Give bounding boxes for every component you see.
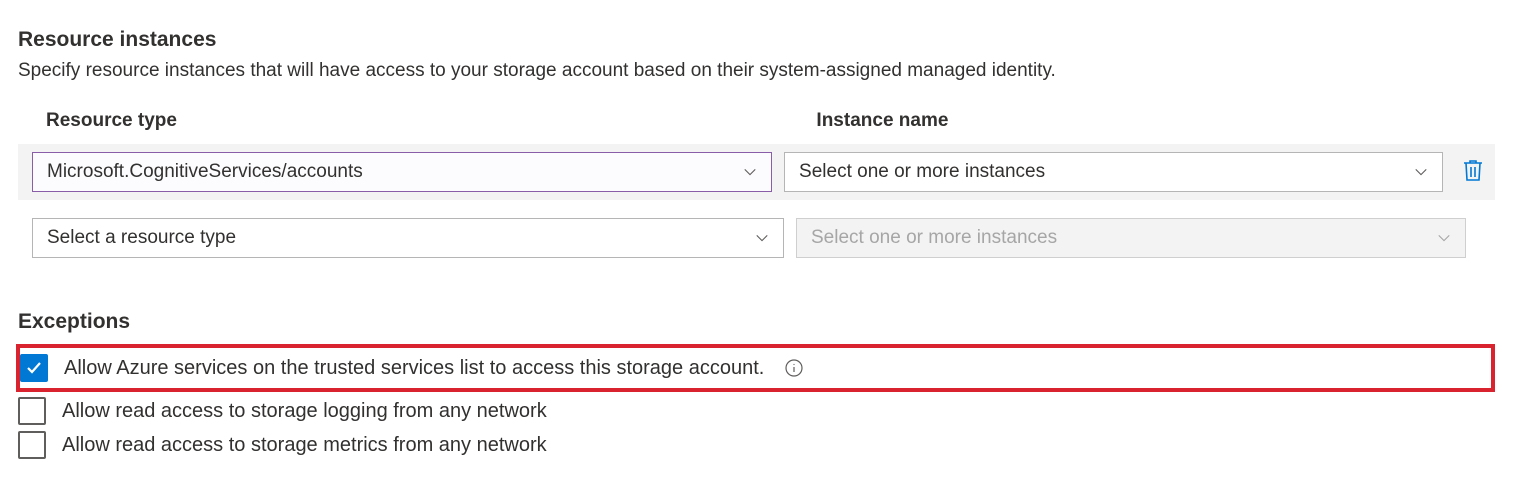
exception-row-trusted-services: Allow Azure services on the trusted serv…: [16, 344, 1495, 392]
exception-label: Allow read access to storage logging fro…: [62, 400, 547, 423]
exceptions-heading: Exceptions: [18, 310, 1495, 334]
exception-checkbox[interactable]: [18, 397, 46, 425]
chevron-down-icon: [1437, 231, 1451, 245]
instance-name-value: Select one or more instances: [811, 227, 1057, 249]
resource-type-dropdown[interactable]: Select a resource type: [32, 218, 784, 258]
exception-checkbox[interactable]: [18, 431, 46, 459]
column-header-resource-type: Resource type: [46, 110, 796, 132]
chevron-down-icon: [755, 231, 769, 245]
instance-name-value: Select one or more instances: [799, 161, 1045, 183]
resource-row: Select a resource type Select one or mor…: [18, 210, 1495, 266]
resource-type-dropdown[interactable]: Microsoft.CognitiveServices/accounts: [32, 152, 772, 192]
chevron-down-icon: [743, 165, 757, 179]
exception-label: Allow Azure services on the trusted serv…: [64, 357, 764, 380]
resource-type-value: Microsoft.CognitiveServices/accounts: [47, 161, 363, 183]
column-header-instance-name: Instance name: [816, 110, 1495, 132]
resource-instances-heading: Resource instances: [18, 28, 1495, 52]
trash-icon: [1462, 158, 1484, 187]
chevron-down-icon: [1414, 165, 1428, 179]
resource-type-value: Select a resource type: [47, 227, 236, 249]
column-headers-row: Resource type Instance name: [18, 110, 1495, 132]
instance-name-dropdown: Select one or more instances: [796, 218, 1466, 258]
exception-label: Allow read access to storage metrics fro…: [62, 434, 547, 457]
resource-instances-description: Specify resource instances that will hav…: [18, 60, 1495, 82]
delete-row-button[interactable]: [1459, 158, 1487, 186]
resource-row: Microsoft.CognitiveServices/accounts Sel…: [18, 144, 1495, 200]
info-icon[interactable]: [784, 358, 804, 378]
exception-row-logging: Allow read access to storage logging fro…: [18, 394, 1495, 428]
instance-name-dropdown[interactable]: Select one or more instances: [784, 152, 1443, 192]
exception-checkbox[interactable]: [20, 354, 48, 382]
exception-row-metrics: Allow read access to storage metrics fro…: [18, 428, 1495, 462]
